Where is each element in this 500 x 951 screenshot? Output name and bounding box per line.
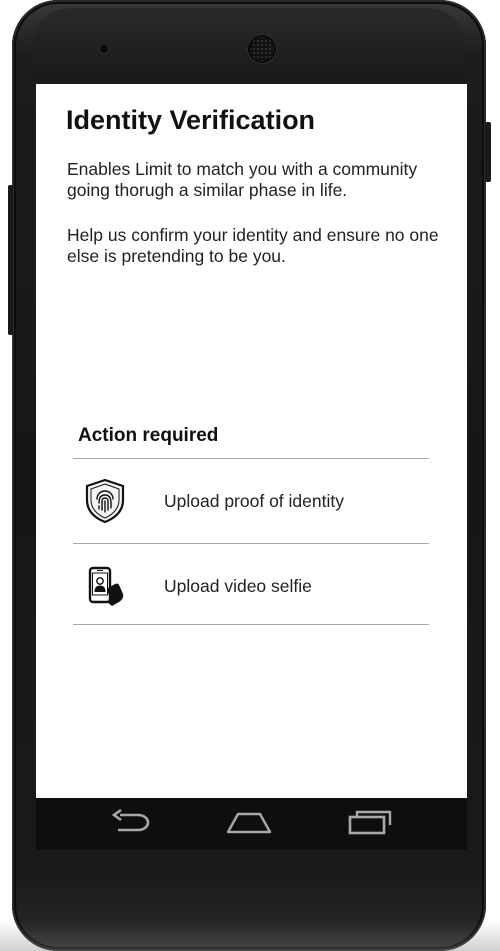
upload-video-selfie-row[interactable]: Upload video selfie bbox=[73, 544, 429, 628]
home-icon bbox=[225, 809, 273, 840]
intro-paragraph: Enables Limit to match you with a commun… bbox=[67, 159, 418, 200]
section-label: Action required bbox=[78, 425, 219, 446]
back-icon bbox=[108, 808, 152, 840]
upload-proof-label: Upload proof of identity bbox=[164, 491, 344, 511]
proximity-sensor bbox=[100, 45, 108, 53]
upload-selfie-label: Upload video selfie bbox=[164, 576, 312, 596]
divider bbox=[73, 624, 429, 625]
android-navigation-bar bbox=[36, 798, 467, 850]
upload-proof-of-identity-row[interactable]: Upload proof of identity bbox=[73, 459, 429, 543]
home-button[interactable] bbox=[224, 808, 274, 840]
power-button bbox=[485, 122, 491, 182]
fingerprint-shield-icon bbox=[81, 477, 129, 525]
app-screen: Identity Verification Enables Limit to m… bbox=[36, 84, 467, 798]
recent-apps-button[interactable] bbox=[345, 808, 395, 840]
volume-button bbox=[8, 185, 13, 335]
back-button[interactable] bbox=[105, 808, 155, 840]
page-title: Identity Verification bbox=[66, 105, 316, 135]
earpiece-speaker bbox=[248, 35, 276, 63]
help-paragraph: Help us confirm your identity and ensure… bbox=[67, 225, 439, 266]
recent-apps-icon bbox=[346, 808, 394, 841]
phone-selfie-icon bbox=[81, 562, 129, 610]
